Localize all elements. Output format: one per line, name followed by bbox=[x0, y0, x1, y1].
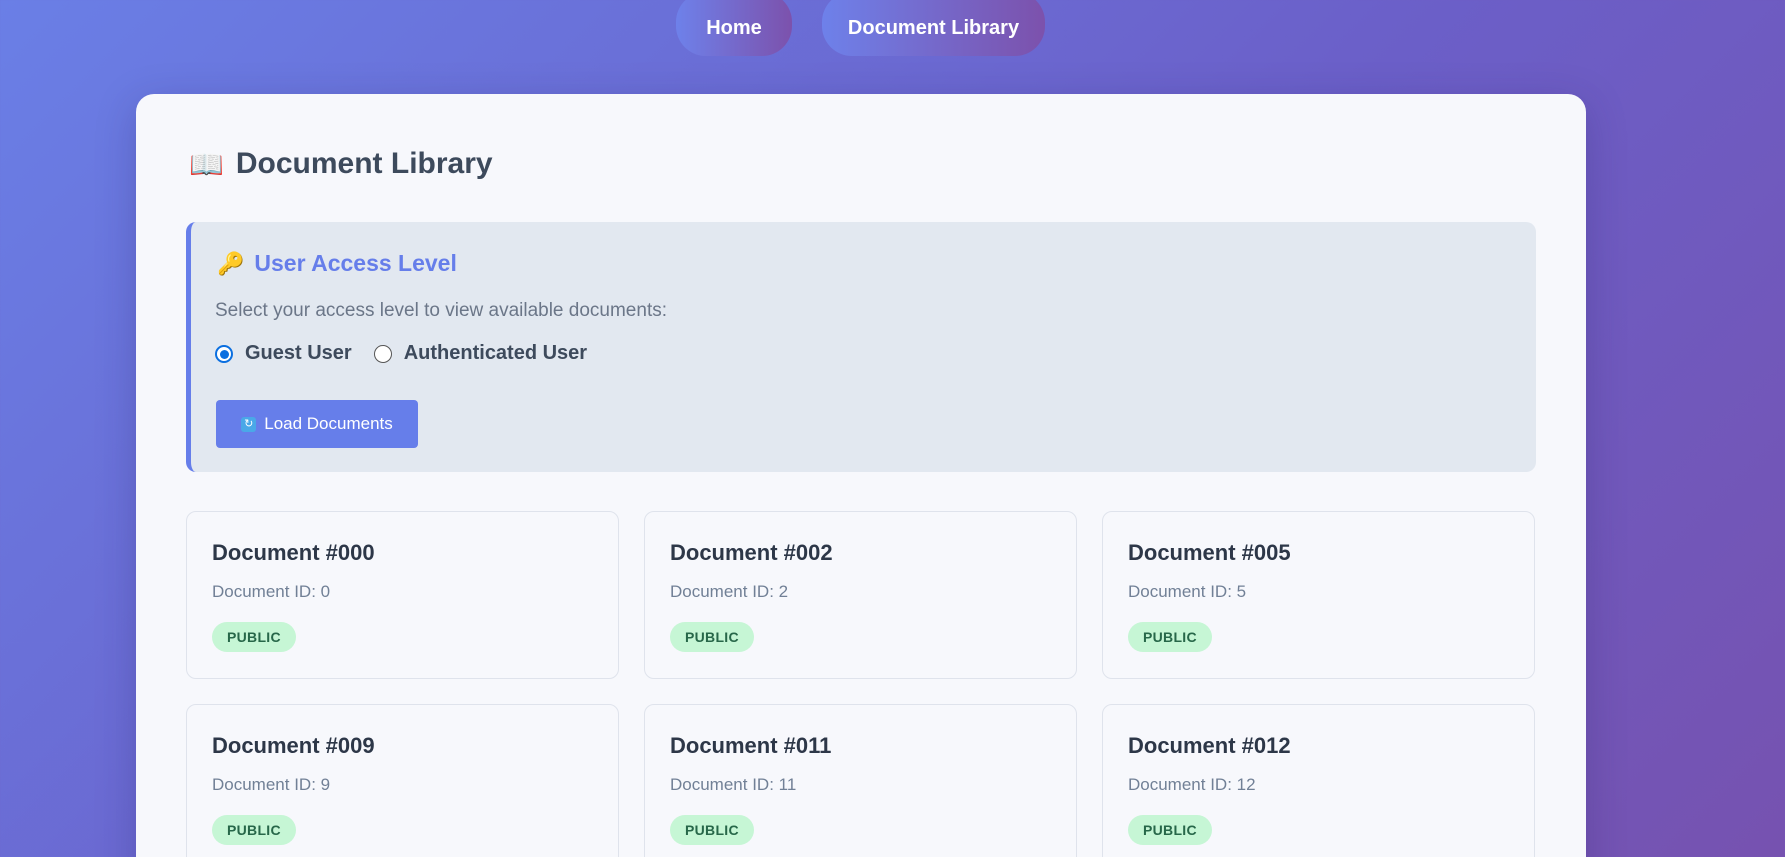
public-badge: PUBLIC bbox=[212, 622, 296, 652]
document-card[interactable]: Document #000 Document ID: 0 PUBLIC bbox=[186, 511, 619, 679]
load-documents-button[interactable]: ↻ Load Documents bbox=[216, 400, 418, 448]
load-documents-label: Load Documents bbox=[264, 414, 393, 433]
document-title: Document #011 bbox=[670, 733, 832, 758]
document-id: Document ID: 2 bbox=[670, 582, 789, 601]
public-badge: PUBLIC bbox=[670, 622, 754, 652]
access-level-panel: 🔑 User Access Level Select your access l… bbox=[186, 222, 1536, 472]
access-level-heading-text: User Access Level bbox=[254, 250, 457, 276]
top-navigation: Home Document Library bbox=[0, 0, 1785, 57]
public-badge: PUBLIC bbox=[1128, 815, 1212, 845]
access-level-description: Select your access level to view availab… bbox=[215, 300, 668, 321]
page-title-text: Document Library bbox=[235, 147, 493, 180]
document-id: Document ID: 0 bbox=[212, 582, 331, 601]
document-card[interactable]: Document #009 Document ID: 9 PUBLIC bbox=[186, 704, 619, 857]
document-title: Document #012 bbox=[1128, 733, 1291, 758]
document-title: Document #000 bbox=[212, 540, 375, 565]
document-title: Document #009 bbox=[212, 733, 375, 758]
nav-home-link[interactable]: Home bbox=[676, 0, 792, 56]
document-id: Document ID: 12 bbox=[1128, 775, 1256, 794]
document-card[interactable]: Document #011 Document ID: 11 PUBLIC bbox=[644, 704, 1077, 857]
authenticated-user-option[interactable]: Authenticated User bbox=[373, 342, 588, 365]
authenticated-user-radio[interactable] bbox=[373, 344, 392, 363]
document-title: Document #002 bbox=[670, 540, 833, 565]
nav-document-library-link[interactable]: Document Library bbox=[822, 0, 1045, 56]
access-level-radio-group: Guest User Authenticated User bbox=[215, 342, 609, 365]
document-id: Document ID: 9 bbox=[212, 775, 331, 794]
document-id: Document ID: 5 bbox=[1128, 582, 1247, 601]
guest-user-label: Guest User bbox=[245, 342, 352, 364]
public-badge: PUBLIC bbox=[212, 815, 296, 845]
guest-user-option[interactable]: Guest User bbox=[215, 342, 352, 365]
document-card[interactable]: Document #005 Document ID: 5 PUBLIC bbox=[1102, 511, 1535, 679]
authenticated-user-label: Authenticated User bbox=[403, 342, 588, 364]
guest-user-radio[interactable] bbox=[215, 344, 233, 363]
document-title: Document #005 bbox=[1128, 540, 1291, 565]
refresh-icon: ↻ bbox=[241, 416, 257, 432]
key-icon: 🔑 bbox=[217, 250, 245, 276]
access-level-heading: 🔑 User Access Level bbox=[217, 250, 457, 277]
page-title: 📖 Document Library bbox=[189, 147, 493, 181]
main-card: 📖 Document Library 🔑 User Access Level S… bbox=[136, 94, 1586, 857]
document-card[interactable]: Document #002 Document ID: 2 PUBLIC bbox=[644, 511, 1077, 679]
book-icon: 📖 bbox=[189, 148, 224, 180]
document-id: Document ID: 11 bbox=[670, 775, 797, 794]
document-card[interactable]: Document #012 Document ID: 12 PUBLIC bbox=[1102, 704, 1535, 857]
public-badge: PUBLIC bbox=[670, 815, 754, 845]
public-badge: PUBLIC bbox=[1128, 622, 1212, 652]
